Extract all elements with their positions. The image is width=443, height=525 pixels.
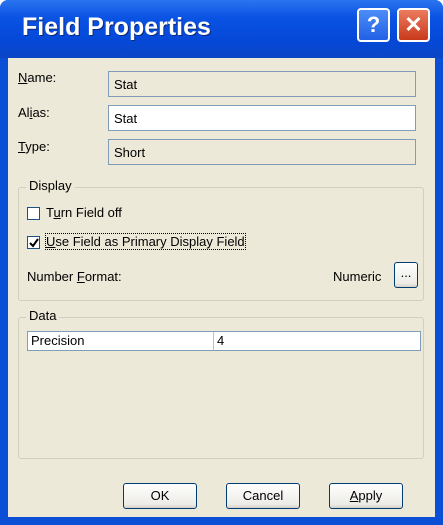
close-button[interactable]: ✕ <box>397 8 430 42</box>
type-label: Type: <box>18 139 50 154</box>
apply-button[interactable]: Apply <box>329 483 403 509</box>
name-field[interactable]: Stat <box>108 71 416 97</box>
property-name-cell[interactable]: Precision <box>28 332 214 350</box>
turn-field-off-label[interactable]: Turn Field off <box>46 205 122 220</box>
dialog-body: Name: Stat Alias: Stat Type: Short Displ… <box>8 58 435 517</box>
data-property-grid: Precision 4 <box>27 331 421 351</box>
display-legend: Display <box>26 178 75 193</box>
name-label: Name: <box>18 70 57 85</box>
number-format-value: Numeric <box>333 269 382 284</box>
type-field[interactable]: Short <box>108 139 416 165</box>
primary-display-checkbox[interactable] <box>27 236 40 249</box>
close-icon: ✕ <box>404 12 423 37</box>
data-legend: Data <box>26 308 60 323</box>
help-button[interactable]: ? <box>357 8 390 42</box>
alias-label: Alias: <box>18 105 50 120</box>
ok-button[interactable]: OK <box>123 483 197 509</box>
dialog-title: Field Properties <box>22 13 211 41</box>
checkmark-icon <box>29 238 39 248</box>
alias-field[interactable]: Stat <box>108 105 416 131</box>
title-bar[interactable]: Field Properties ? ✕ <box>0 0 443 58</box>
number-format-browse-button[interactable]: ... <box>394 262 418 288</box>
primary-display-label[interactable]: Use Field as Primary Display Field <box>45 233 246 250</box>
property-value-cell[interactable]: 4 <box>214 332 420 350</box>
field-properties-dialog: Field Properties ? ✕ Name: Stat Alias: S… <box>0 0 443 525</box>
turn-field-off-checkbox[interactable] <box>27 207 40 220</box>
cancel-button[interactable]: Cancel <box>226 483 300 509</box>
help-icon: ? <box>366 12 381 37</box>
number-format-label: Number Format: <box>27 269 122 284</box>
